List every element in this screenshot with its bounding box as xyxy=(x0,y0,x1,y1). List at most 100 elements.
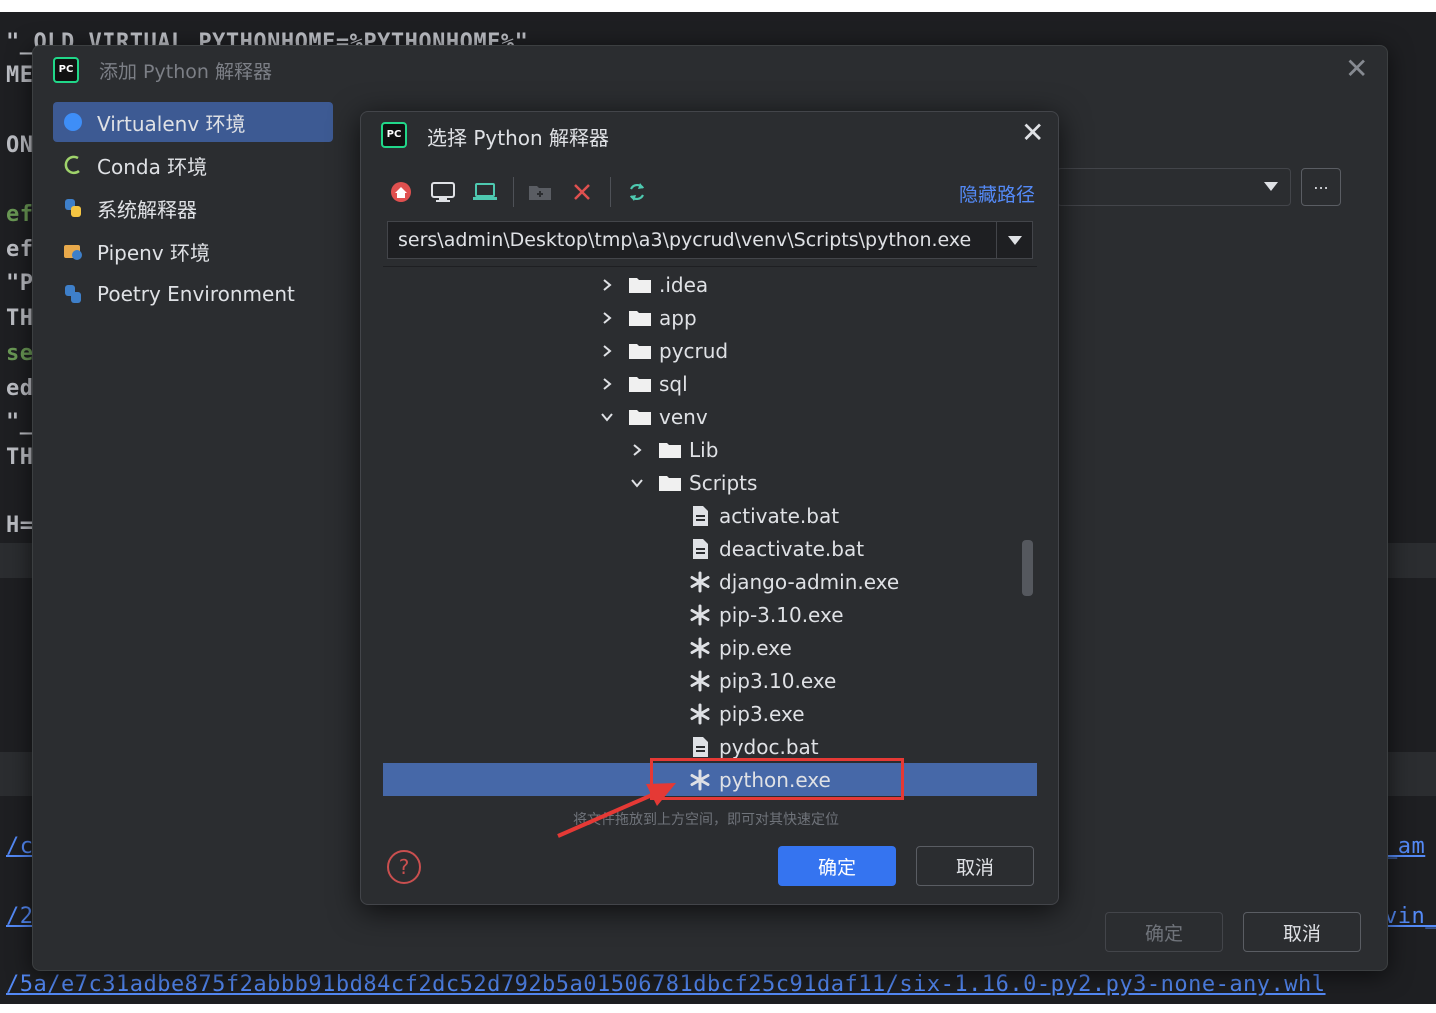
tree-row-label: deactivate.bat xyxy=(719,536,865,561)
tree-row-label: python.exe xyxy=(719,767,831,792)
tree-row[interactable]: pycrud xyxy=(383,334,1037,367)
tree-row-label: pip3.exe xyxy=(719,701,805,726)
python-icon xyxy=(59,194,87,222)
help-icon[interactable]: ? xyxy=(387,850,421,884)
tree-row[interactable]: Scripts xyxy=(383,466,1037,499)
conda-icon xyxy=(59,151,87,179)
tree-row[interactable]: pydoc.bat xyxy=(383,730,1037,763)
executable-icon xyxy=(687,768,713,792)
tree-row[interactable]: venv xyxy=(383,400,1037,433)
pycharm-icon: PC xyxy=(53,57,79,83)
sidebar-item-poetry[interactable]: Poetry Environment xyxy=(53,274,333,314)
background-code-line: H= xyxy=(6,513,34,538)
background-code-line: "P xyxy=(6,271,34,296)
tree-row-label: sql xyxy=(659,371,688,396)
chevron-down-icon[interactable] xyxy=(597,410,617,424)
sidebar-item-label: Poetry Environment xyxy=(97,282,295,306)
home-icon[interactable] xyxy=(383,174,419,210)
hide-path-link[interactable]: 隐藏路径 xyxy=(959,180,1035,207)
background-code-line: TH xyxy=(6,445,34,470)
tree-row[interactable]: pip3.exe xyxy=(383,697,1037,730)
folder-icon xyxy=(627,273,653,297)
background-code-line: "_ xyxy=(6,410,34,435)
sidebar-item-virtualenv[interactable]: Virtualenv 环境 xyxy=(53,102,333,142)
background-code-line: ON xyxy=(6,133,34,158)
ok-button[interactable]: 确定 xyxy=(778,846,896,886)
virtualenv-icon xyxy=(59,108,87,136)
laptop-icon[interactable] xyxy=(467,174,503,210)
executable-icon xyxy=(687,570,713,594)
folder-icon xyxy=(627,306,653,330)
executable-icon xyxy=(687,669,713,693)
sidebar-item-label: Pipenv 环境 xyxy=(97,240,211,265)
file-tree[interactable]: .idea app pycrud sql venv Lib Scripts activate.… xyxy=(383,266,1037,805)
chevron-right-icon[interactable] xyxy=(597,377,617,391)
ok-button[interactable]: 确定 xyxy=(1105,912,1223,952)
terminal-link-left-2[interactable]: /2 xyxy=(6,904,34,929)
refresh-icon[interactable] xyxy=(619,174,655,210)
background-code-line: ef xyxy=(6,202,34,227)
pipenv-icon xyxy=(59,237,87,265)
dialog-title: 添加 Python 解释器 xyxy=(99,61,272,83)
tree-row[interactable]: app xyxy=(383,301,1037,334)
tree-row-label: django-admin.exe xyxy=(719,569,900,594)
tree-row[interactable]: deactivate.bat xyxy=(383,532,1037,565)
tree-row[interactable]: pip3.10.exe xyxy=(383,664,1037,697)
path-input[interactable] xyxy=(388,222,996,258)
drop-hint: 将文件拖放到上方空间，即可对其快速定位 xyxy=(573,812,839,828)
chevron-down-icon xyxy=(1264,182,1278,191)
chevron-right-icon[interactable] xyxy=(597,311,617,325)
delete-icon[interactable] xyxy=(564,174,600,210)
terminal-link-right-2[interactable]: vin_ xyxy=(1384,904,1436,929)
new-folder-icon[interactable] xyxy=(522,174,558,210)
tree-row[interactable]: .idea xyxy=(383,268,1037,301)
background-code-line: ef xyxy=(6,237,34,262)
chevron-down-icon[interactable] xyxy=(1008,236,1022,245)
file-chooser-toolbar xyxy=(383,174,661,210)
sidebar-item-label: Conda 环境 xyxy=(97,154,208,179)
toolbar-separator xyxy=(610,177,611,207)
folder-icon xyxy=(627,405,653,429)
tree-row[interactable]: Lib xyxy=(383,433,1037,466)
cancel-button[interactable]: 取消 xyxy=(1243,912,1361,952)
pycharm-icon: PC xyxy=(381,122,407,148)
chevron-down-icon[interactable] xyxy=(627,476,647,490)
close-icon[interactable]: ✕ xyxy=(1021,116,1044,149)
terminal-link-left-1[interactable]: /c xyxy=(6,834,34,859)
sidebar-item-system[interactable]: 系统解释器 xyxy=(53,188,333,228)
tree-row[interactable]: pip.exe xyxy=(383,631,1037,664)
file-icon xyxy=(687,735,713,759)
tree-row-label: pip.exe xyxy=(719,635,792,660)
tree-row[interactable]: python.exe xyxy=(383,763,1037,796)
tree-scrollbar[interactable] xyxy=(1022,540,1033,596)
folder-icon xyxy=(627,339,653,363)
terminal-link-bottom[interactable]: /5a/e7c31adbe875f2abbb91bd84cf2dc52d792b… xyxy=(6,972,1326,997)
background-code-line: ed xyxy=(6,376,34,401)
tree-row[interactable]: pip-3.10.exe xyxy=(383,598,1037,631)
chevron-right-icon[interactable] xyxy=(627,443,647,457)
desktop-icon[interactable] xyxy=(425,174,461,210)
tree-row-label: pydoc.bat xyxy=(719,734,819,759)
sidebar-item-conda[interactable]: Conda 环境 xyxy=(53,145,333,185)
interpreter-dropdown[interactable] xyxy=(1057,168,1291,206)
tree-row[interactable]: django-admin.exe xyxy=(383,565,1037,598)
sidebar-item-pipenv[interactable]: Pipenv 环境 xyxy=(53,231,333,271)
dialog-title: 选择 Python 解释器 xyxy=(427,126,610,150)
folder-icon xyxy=(657,438,683,462)
bottom-strip xyxy=(0,1004,1436,1013)
tree-row-label: pip3.10.exe xyxy=(719,668,837,693)
close-icon[interactable]: ✕ xyxy=(1345,52,1368,85)
terminal-link-right-1[interactable]: _am xyxy=(1384,834,1425,859)
tree-row[interactable]: activate.bat xyxy=(383,499,1037,532)
tree-row[interactable]: sql xyxy=(383,367,1037,400)
tree-row-label: venv xyxy=(659,404,708,429)
browse-button[interactable]: ... xyxy=(1301,168,1341,206)
poetry-icon xyxy=(59,280,87,308)
tree-row-label: pip-3.10.exe xyxy=(719,602,844,627)
chevron-right-icon[interactable] xyxy=(597,344,617,358)
background-code-line: se xyxy=(6,341,34,366)
cancel-button[interactable]: 取消 xyxy=(916,846,1034,886)
path-field-separator xyxy=(996,222,997,258)
chevron-right-icon[interactable] xyxy=(597,278,617,292)
path-field[interactable] xyxy=(387,221,1033,259)
